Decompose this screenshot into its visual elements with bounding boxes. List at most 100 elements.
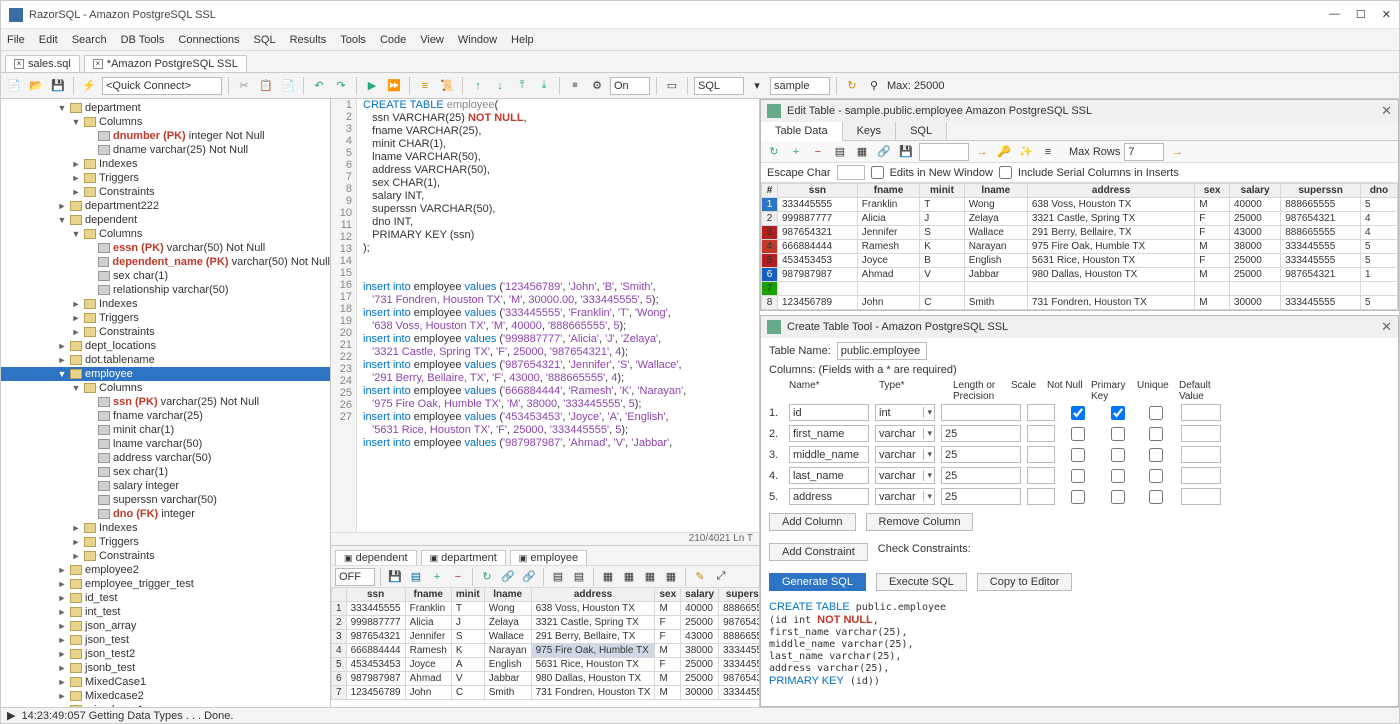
col-name-input[interactable] [789,425,869,442]
edit-table-grid[interactable]: #ssnfnameminitlnameaddresssexsalarysuper… [761,183,1398,310]
table-name-input[interactable] [837,342,927,360]
execute-sql-button[interactable]: Execute SQL [876,573,967,591]
col-pk-checkbox[interactable] [1111,490,1125,504]
tree-item[interactable]: dnumber (PK) integer Not Null [1,129,330,143]
tree-item[interactable]: relationship varchar(50) [1,283,330,297]
col-length-input[interactable] [941,467,1021,484]
sql-editor[interactable]: 1234567891011121314151617181920212223242… [331,99,759,532]
remove-column-button[interactable]: Remove Column [866,513,974,531]
close-button[interactable]: ✕ [1382,8,1391,21]
tree-item[interactable]: ►dot.tablename [1,353,330,367]
escape-char-input[interactable] [837,165,865,180]
edits-new-window-checkbox[interactable] [871,166,884,179]
tree-item[interactable]: superssn varchar(50) [1,493,330,507]
save-icon[interactable]: 💾 [49,77,67,95]
et-apply-icon[interactable]: → [1168,143,1186,161]
menu-search[interactable]: Search [72,34,107,46]
edit-tab-sql[interactable]: SQL [896,122,947,140]
open-file-icon[interactable]: 📂 [27,77,45,95]
tree-item[interactable]: ►json_array [1,619,330,633]
new-file-icon[interactable]: 📄 [5,77,23,95]
et-copy-icon[interactable]: ▤ [831,143,849,161]
col-scale-input[interactable] [1027,404,1055,421]
tree-item[interactable]: ►Indexes [1,521,330,535]
tree-item[interactable]: ▼department [1,101,330,115]
col-name-input[interactable] [789,446,869,463]
last-icon[interactable]: ⤓ [535,77,553,95]
tree-item[interactable]: essn (PK) varchar(50) Not Null [1,241,330,255]
tree-item[interactable]: ►Indexes [1,157,330,171]
col-length-input[interactable] [941,488,1021,505]
tree-item[interactable]: ►Indexes [1,297,330,311]
run-icon[interactable]: ▶ [363,77,381,95]
paste-icon[interactable]: 📄 [279,77,297,95]
filter-icon[interactable]: ⚲ [865,77,883,95]
tree-item[interactable]: address varchar(50) [1,451,330,465]
tree-item[interactable]: ►Triggers [1,171,330,185]
refresh-result-icon[interactable]: ↻ [478,568,496,586]
run-all-icon[interactable]: ⏩ [385,77,403,95]
tree-item[interactable]: ►Triggers [1,311,330,325]
copy-icon[interactable]: 📋 [257,77,275,95]
col-pk-checkbox[interactable] [1111,427,1125,441]
save-result-icon[interactable]: 💾 [386,568,404,586]
col-default-input[interactable] [1181,425,1221,442]
et-link-icon[interactable]: 🔗 [875,143,893,161]
edit-icon[interactable]: ✎ [691,568,709,586]
col-type-select[interactable]: varchar [875,425,935,442]
tree-item[interactable]: dependent_name (PK) varchar(50) Not Null [1,255,330,269]
result-tab-employee[interactable]: ▣ employee [510,550,587,565]
tree-item[interactable]: ▼Columns [1,115,330,129]
col-type-select[interactable]: varchar [875,488,935,505]
tree-item[interactable]: fname varchar(25) [1,409,330,423]
tree-item[interactable]: ►int_test [1,605,330,619]
col-type-select[interactable]: varchar [875,446,935,463]
et-add-icon[interactable]: + [787,143,805,161]
export3-icon[interactable]: ▦ [641,568,659,586]
col-pk-checkbox[interactable] [1111,469,1125,483]
edit-tab-table-data[interactable]: Table Data [761,122,843,141]
tab-close-icon[interactable]: × [93,59,103,69]
add-column-button[interactable]: Add Column [769,513,856,531]
window-icon[interactable]: ▭ [663,77,681,95]
col-name-input[interactable] [789,404,869,421]
schema-select[interactable] [770,77,830,95]
tree-item[interactable]: ►Triggers [1,535,330,549]
result-grid[interactable]: ssnfnameminitlnameaddresssexsalarysupers… [331,587,759,707]
col-pk-checkbox[interactable] [1111,406,1125,420]
tree-item[interactable]: sex char(1) [1,269,330,283]
lang-select[interactable] [694,77,744,95]
first-icon[interactable]: ⤒ [513,77,531,95]
prev-icon[interactable]: ↑ [469,77,487,95]
menu-connections[interactable]: Connections [178,34,239,46]
create-table-close-icon[interactable]: ✕ [1381,319,1392,335]
col-length-input[interactable] [941,425,1021,442]
menu-db-tools[interactable]: DB Tools [121,34,165,46]
menu-view[interactable]: View [420,34,444,46]
filter-result-icon[interactable]: ▤ [407,568,425,586]
tree-item[interactable]: ►MixedCase1 [1,675,330,689]
grid1-icon[interactable]: ▤ [549,568,567,586]
col-notnull-checkbox[interactable] [1071,427,1085,441]
col-default-input[interactable] [1181,446,1221,463]
tree-item[interactable]: ▼Columns [1,227,330,241]
history-icon[interactable]: 📜 [438,77,456,95]
col-notnull-checkbox[interactable] [1071,406,1085,420]
et-go-icon[interactable]: → [973,143,991,161]
add-row-icon[interactable]: + [428,568,446,586]
max-rows-input[interactable] [1124,143,1164,161]
tree-item[interactable]: ►Constraints [1,549,330,563]
col-type-select[interactable]: int [875,404,935,421]
expand-icon[interactable]: ⤢ [712,568,730,586]
menu-code[interactable]: Code [380,34,406,46]
edit-tab-keys[interactable]: Keys [843,122,896,140]
tool-icon[interactable]: ⚙ [588,77,606,95]
export1-icon[interactable]: ▦ [599,568,617,586]
col-type-select[interactable]: varchar [875,467,935,484]
et-refresh-icon[interactable]: ↻ [765,143,783,161]
col-pk-checkbox[interactable] [1111,448,1125,462]
grid2-icon[interactable]: ▤ [570,568,588,586]
format-icon[interactable]: ≡ [416,77,434,95]
tree-item[interactable]: dno (FK) integer [1,507,330,521]
maximize-button[interactable]: ☐ [1356,8,1366,21]
